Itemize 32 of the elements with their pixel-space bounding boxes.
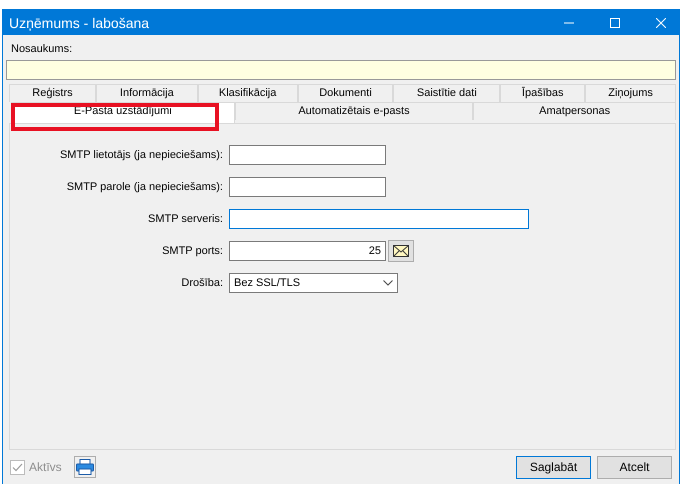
print-button[interactable] <box>74 456 96 478</box>
chevron-down-icon <box>383 280 393 286</box>
checkbox-label: Aktīvs <box>29 460 62 474</box>
field-label: Nosaukums: <box>11 43 74 55</box>
test-mail-button[interactable] <box>388 240 414 262</box>
input-field[interactable] <box>229 144 386 164</box>
input-field[interactable] <box>229 176 386 196</box>
tab[interactable]: Klasifikācija <box>198 84 298 102</box>
close-icon[interactable] <box>656 18 666 28</box>
printer-icon <box>76 459 94 475</box>
window-title: Uzņēmums - labošana <box>9 14 150 30</box>
field-label: SMTP parole (ja nepieciešams): <box>66 180 224 192</box>
tab[interactable]: Ziņojums <box>585 84 676 102</box>
envelope-icon <box>393 244 409 256</box>
footer-button[interactable]: Atcelt <box>597 456 672 478</box>
field-label: SMTP serveris: <box>147 212 224 224</box>
tab[interactable]: Saistītie dati <box>393 84 500 102</box>
field-label: SMTP ports: <box>161 244 224 256</box>
tab[interactable]: Reģistrs <box>9 84 96 102</box>
field-label: Drošība: <box>180 276 224 288</box>
field-label: SMTP lietotājs (ja nepieciešams): <box>58 148 224 160</box>
tab[interactable]: Informācija <box>96 84 198 102</box>
tab[interactable]: Automatizētais e-pasts <box>234 102 474 120</box>
tab[interactable]: Amatpersonas <box>473 102 676 120</box>
name-field[interactable] <box>6 60 676 80</box>
footer-button[interactable]: Saglabāt <box>516 456 591 478</box>
tab[interactable]: Īpašības <box>500 84 586 102</box>
maximize-icon[interactable] <box>610 18 620 28</box>
security-dropdown[interactable]: Bez SSL/TLS <box>229 272 398 292</box>
port-field[interactable]: 25 <box>229 240 386 260</box>
input-field[interactable] <box>229 208 529 228</box>
tab[interactable]: Dokumenti <box>298 84 394 102</box>
